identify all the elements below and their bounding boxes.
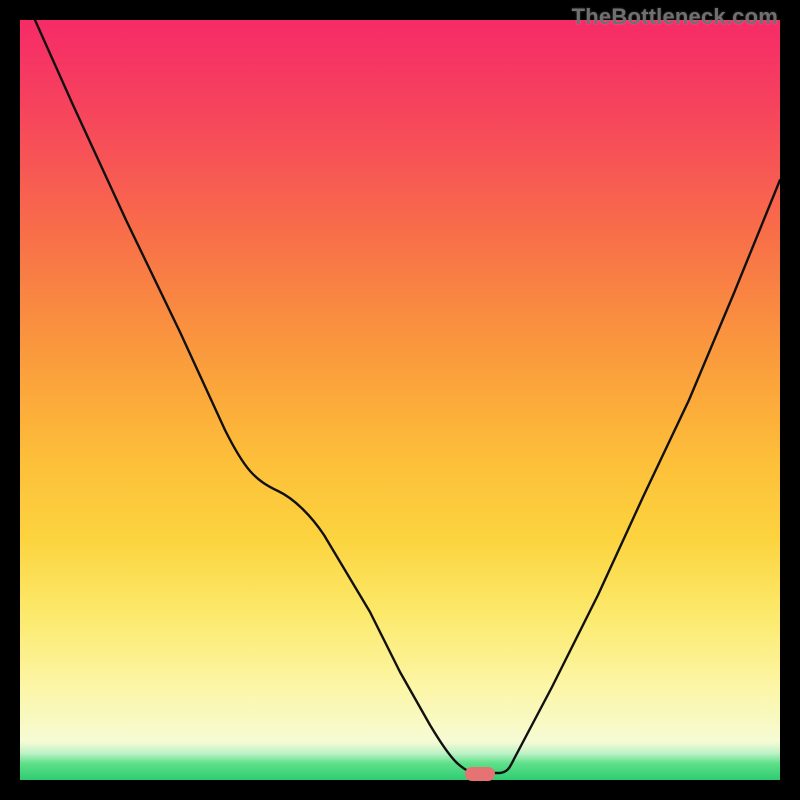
chart-curve <box>20 20 780 780</box>
optimal-marker <box>465 767 495 781</box>
plot-area <box>20 20 780 780</box>
series-path <box>35 20 780 773</box>
watermark-text: TheBottleneck.com <box>572 4 778 30</box>
chart-frame: TheBottleneck.com <box>0 0 800 800</box>
